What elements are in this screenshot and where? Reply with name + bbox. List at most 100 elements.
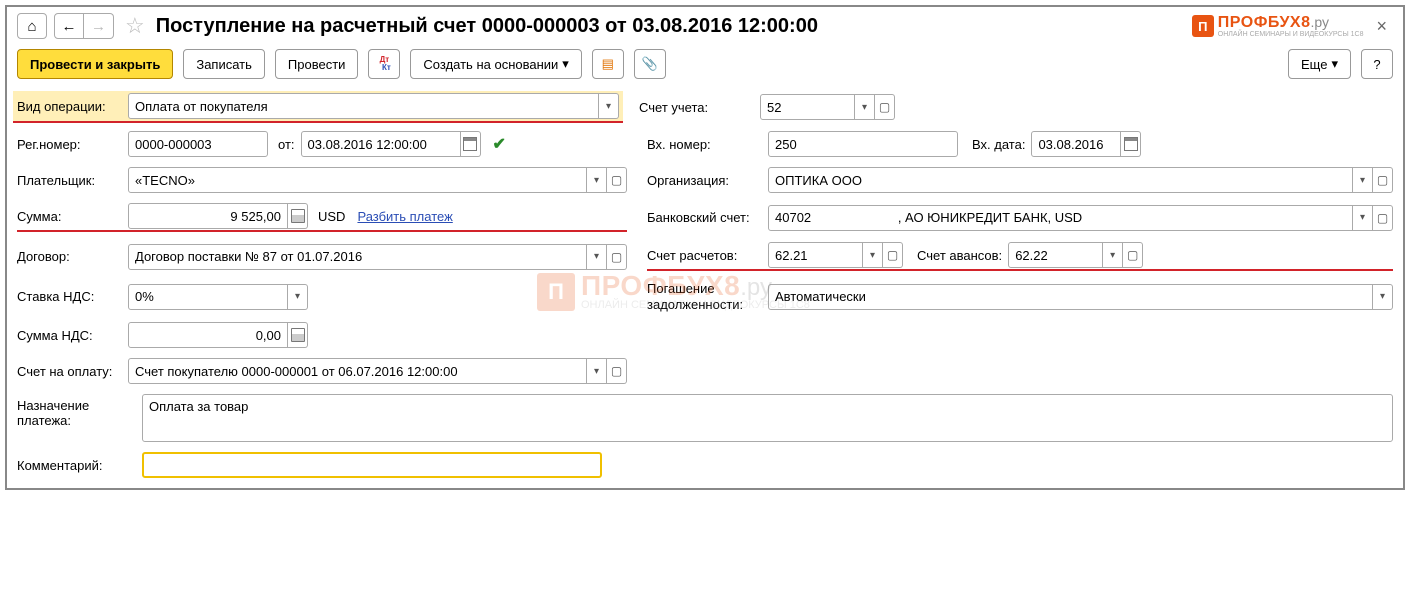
open-icon: [1377, 211, 1388, 225]
post-button[interactable]: Провести: [275, 49, 359, 79]
arrow-right-icon: →: [91, 18, 106, 35]
open-button[interactable]: [883, 242, 903, 268]
calc-button[interactable]: [288, 203, 308, 229]
contract-input[interactable]: [128, 244, 587, 270]
account-input[interactable]: [760, 94, 855, 120]
bank-acc-input[interactable]: [768, 205, 1353, 231]
help-button[interactable]: ?: [1361, 49, 1393, 79]
open-icon: [1377, 173, 1388, 187]
operation-type-input[interactable]: [128, 93, 599, 119]
paperclip-icon: 📎: [642, 56, 658, 72]
save-button[interactable]: Записать: [183, 49, 265, 79]
reg-date-input[interactable]: [301, 131, 461, 157]
logo: П ПРОФБУХ8.ру ОНЛАЙН СЕМИНАРЫ И ВИДЕОКУР…: [1192, 15, 1364, 38]
dropdown-button[interactable]: [288, 284, 308, 310]
sum-input[interactable]: [128, 203, 288, 229]
calendar-icon: [463, 137, 477, 151]
calendar-button[interactable]: [461, 131, 481, 157]
open-icon: [611, 173, 622, 187]
posted-check-icon: ✔: [493, 134, 506, 154]
dropdown-button[interactable]: [863, 242, 883, 268]
dropdown-button[interactable]: [587, 167, 607, 193]
reg-no-label: Рег.номер:: [17, 137, 122, 152]
dropdown-button[interactable]: [1353, 167, 1373, 193]
org-input[interactable]: [768, 167, 1353, 193]
chevron-down-icon: ▾: [1331, 56, 1338, 72]
dtkt-button[interactable]: ДтКт: [368, 49, 400, 79]
open-icon: [611, 250, 622, 264]
more-button[interactable]: Еще ▾: [1288, 49, 1351, 79]
advance-acc-label: Счет авансов:: [917, 248, 1002, 263]
open-button[interactable]: [1373, 205, 1393, 231]
in-date-input[interactable]: [1031, 131, 1121, 157]
contract-label: Договор:: [17, 249, 122, 264]
window-title: Поступление на расчетный счет 0000-00000…: [156, 15, 1185, 38]
account-label: Счет учета:: [639, 100, 754, 115]
settle-acc-label: Счет расчетов:: [647, 248, 762, 263]
purpose-label: Назначение платежа:: [17, 394, 122, 428]
calculator-icon: [291, 209, 305, 223]
debt-label: Погашение задолженности:: [647, 281, 762, 312]
vat-rate-label: Ставка НДС:: [17, 289, 122, 304]
create-based-on-button[interactable]: Создать на основании ▾: [410, 49, 581, 79]
invoice-label: Счет на оплату:: [17, 364, 122, 379]
from-label: от:: [274, 137, 295, 152]
sum-label: Сумма:: [17, 209, 122, 224]
bank-acc-label: Банковский счет:: [647, 210, 762, 225]
attach-button[interactable]: 📎: [634, 49, 666, 79]
open-icon: [611, 364, 622, 378]
open-icon: [879, 100, 890, 114]
home-icon: ⌂: [27, 18, 36, 35]
reg-no-input[interactable]: [128, 131, 268, 157]
vat-sum-label: Сумма НДС:: [17, 328, 122, 343]
dropdown-button[interactable]: [599, 93, 619, 119]
open-icon: [887, 248, 898, 262]
home-button[interactable]: ⌂: [17, 13, 47, 39]
open-button[interactable]: [875, 94, 895, 120]
debt-input[interactable]: [768, 284, 1373, 310]
comment-label: Комментарий:: [17, 458, 122, 473]
calendar-icon: [1124, 137, 1138, 151]
open-button[interactable]: [607, 358, 627, 384]
forward-button[interactable]: →: [84, 13, 114, 39]
payer-input[interactable]: [128, 167, 587, 193]
purpose-textarea[interactable]: [142, 394, 1393, 442]
dropdown-button[interactable]: [855, 94, 875, 120]
open-button[interactable]: [607, 244, 627, 270]
calc-button[interactable]: [288, 322, 308, 348]
calculator-icon: [291, 328, 305, 342]
advance-acc-input[interactable]: [1008, 242, 1103, 268]
in-date-label: Вх. дата:: [972, 137, 1025, 152]
vat-sum-input[interactable]: [128, 322, 288, 348]
vat-rate-input[interactable]: [128, 284, 288, 310]
dtkt-icon: ДтКт: [378, 56, 391, 72]
dropdown-button[interactable]: [587, 358, 607, 384]
back-button[interactable]: ←: [54, 13, 84, 39]
close-icon[interactable]: ×: [1370, 16, 1393, 37]
open-button[interactable]: [1123, 242, 1143, 268]
org-label: Организация:: [647, 173, 762, 188]
favorite-star-icon[interactable]: ☆: [121, 13, 149, 39]
operation-type-label: Вид операции:: [17, 99, 122, 114]
in-no-input[interactable]: [768, 131, 958, 157]
open-button[interactable]: [607, 167, 627, 193]
payer-label: Плательщик:: [17, 173, 122, 188]
calendar-button[interactable]: [1121, 131, 1141, 157]
split-payment-link[interactable]: Разбить платеж: [357, 209, 452, 224]
logo-icon: П: [1192, 15, 1214, 37]
report-button[interactable]: ▤: [592, 49, 624, 79]
arrow-left-icon: ←: [62, 18, 77, 35]
invoice-input[interactable]: [128, 358, 587, 384]
comment-input[interactable]: [142, 452, 602, 478]
dropdown-button[interactable]: [1103, 242, 1123, 268]
dropdown-button[interactable]: [1373, 284, 1393, 310]
settle-acc-input[interactable]: [768, 242, 863, 268]
in-no-label: Вх. номер:: [647, 137, 762, 152]
dropdown-button[interactable]: [587, 244, 607, 270]
dropdown-button[interactable]: [1353, 205, 1373, 231]
post-and-close-button[interactable]: Провести и закрыть: [17, 49, 173, 79]
open-icon: [1127, 248, 1138, 262]
currency-label: USD: [314, 209, 345, 224]
open-button[interactable]: [1373, 167, 1393, 193]
chevron-down-icon: ▾: [562, 56, 569, 72]
